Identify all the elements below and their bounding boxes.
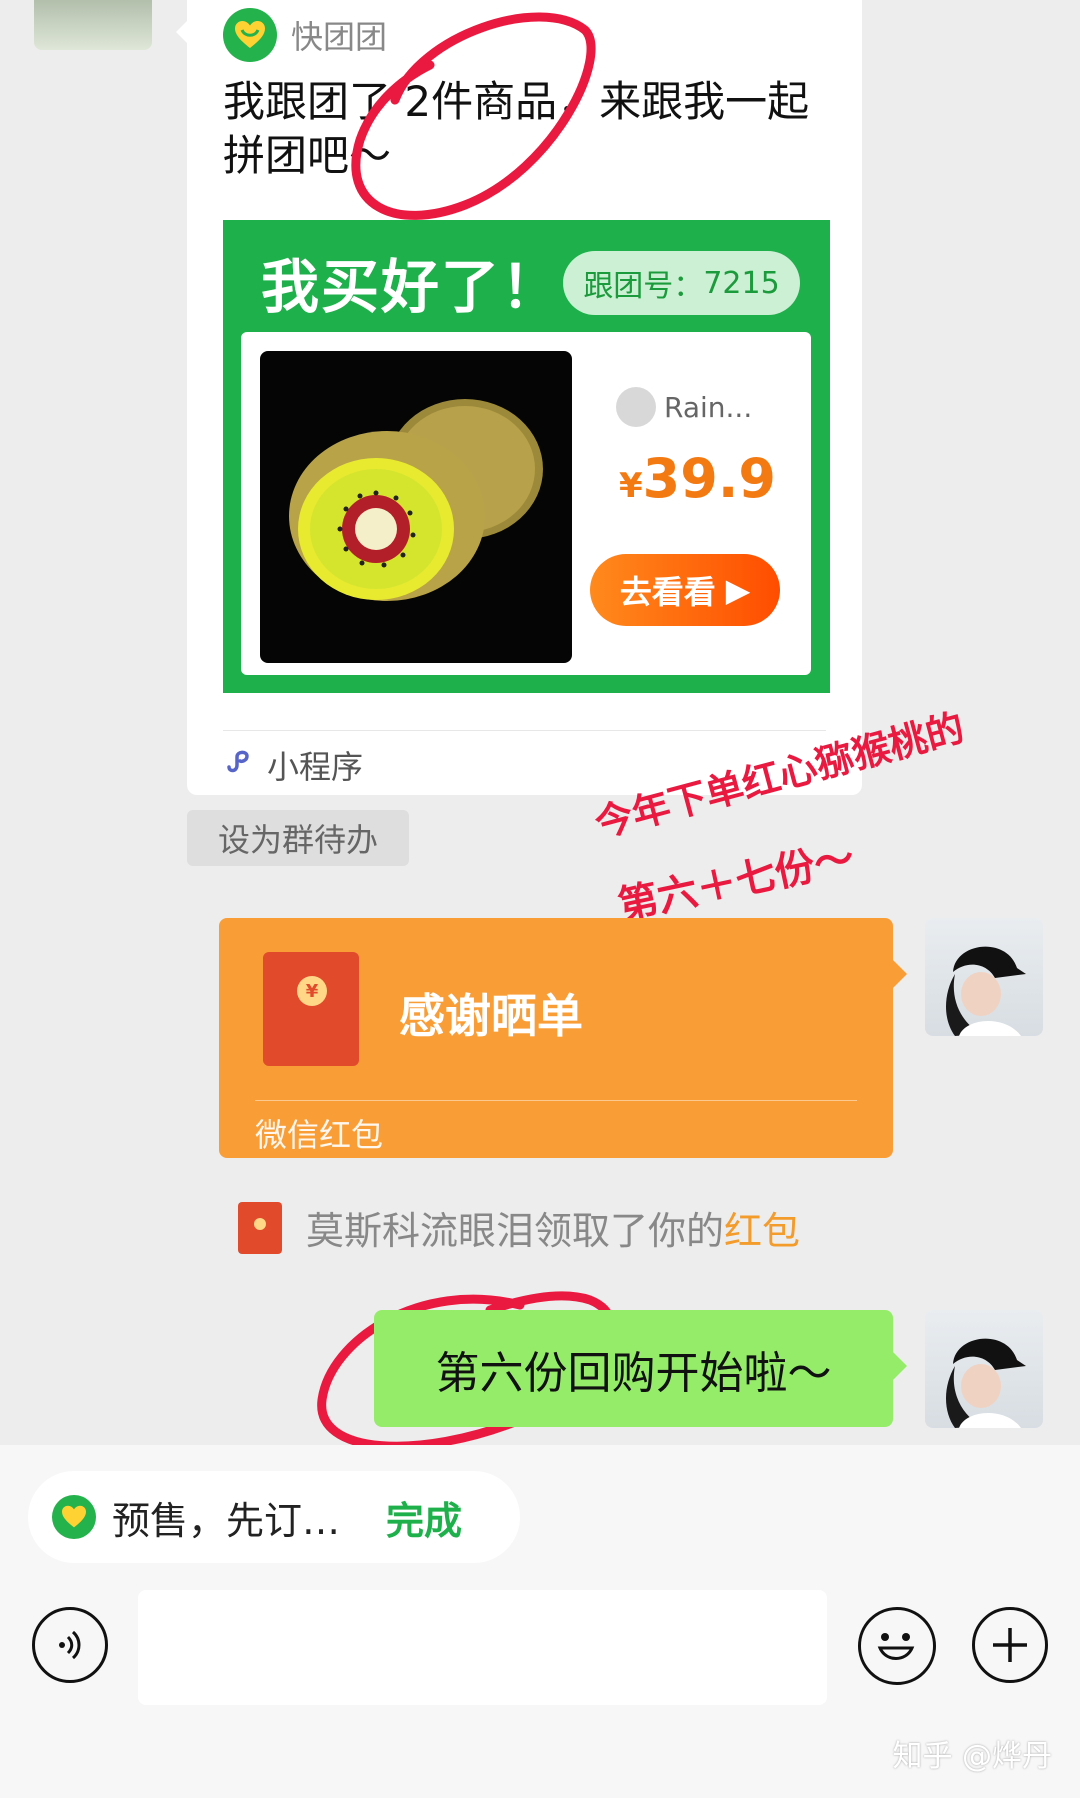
play-triangle-icon: ▶ [725,571,751,609]
price-currency: ¥ [619,466,643,506]
set-todo-button[interactable]: 设为群待办 [187,810,409,866]
group-number-label: 跟团号： [583,269,704,304]
message-input[interactable] [138,1590,827,1705]
notice-red-packet-link[interactable]: 红包 [724,1209,800,1253]
red-packet-subtitle: 微信红包 [255,1116,384,1154]
product-price: ¥39.9 [619,447,776,510]
voice-icon[interactable] [32,1607,108,1683]
emoji-icon[interactable] [858,1607,936,1685]
quick-action-text: 预售，先订… [112,1498,341,1543]
outgoing-message[interactable]: 第六份回购开始啦～ [374,1310,907,1427]
red-packet-divider [255,1100,857,1101]
group-number-badge: 跟团号： 7215 [563,251,800,315]
share-message: 我跟团了 2件商品，来跟我一起拼团吧～ [223,77,810,180]
promo-banner[interactable]: 我买好了！ 跟团号： 7215 Rain... ¥39.9 去看看 ▶ [223,220,830,693]
done-button[interactable]: 完成 [386,1490,462,1545]
red-packet-title: 感谢晒单 [399,989,583,1043]
message-tail [893,1352,907,1380]
seller-info: Rain... [616,387,752,427]
product-panel: Rain... ¥39.9 去看看 ▶ [241,332,811,675]
chat-input-bar [0,1590,1080,1750]
miniprogram-brand: 快团团 [223,8,387,62]
miniprogram-card[interactable]: 快团团 我跟团了 2件商品，来跟我一起拼团吧～ 我买好了！ 跟团号： 7215 [187,0,862,795]
mini-program-label-row: 小程序 [223,742,363,788]
red-packet-icon: ¥ [263,952,359,1066]
red-packet-tail [893,960,907,988]
my-avatar-2[interactable] [925,1310,1043,1428]
seller-name: Rain... [664,390,753,424]
annotation-line-2: 第六＋七份～ [614,834,859,930]
seller-avatar [616,387,656,427]
product-image [260,351,572,663]
red-packet-claimed-notice: 莫斯科流眼泪领取了你的红包 [238,1200,800,1255]
bottom-panel: 预售，先订… 完成 知乎 @烨丹 [0,1445,1080,1798]
miniprogram-app-name: 快团团 [291,18,388,56]
zhihu-watermark: 知乎 @烨丹 [892,1739,1052,1774]
group-number: 7215 [703,265,780,301]
red-packet-small-icon [238,1201,282,1254]
mini-program-icon [223,745,255,785]
message-text: 第六份回购开始啦～ [435,1347,832,1399]
sender-avatar[interactable] [34,0,152,50]
my-avatar[interactable] [925,918,1043,1036]
yuan-coin-icon: ¥ [297,976,327,1006]
mini-program-label: 小程序 [267,748,364,786]
kuaituantuan-small-logo-icon [52,1495,96,1539]
quick-action-pill[interactable]: 预售，先订… 完成 [28,1471,520,1563]
promo-title: 我买好了！ [261,253,562,321]
notice-text: 莫斯科流眼泪领取了你的 [306,1209,725,1253]
red-packet-message[interactable]: ¥ 感谢晒单 微信红包 [219,918,907,1158]
price-value: 39.9 [642,447,776,510]
kuaituantuan-logo-icon [223,8,277,62]
plus-icon[interactable] [972,1607,1048,1683]
view-button[interactable]: 去看看 ▶ [590,554,780,626]
view-button-label: 去看看 [619,573,716,611]
card-divider [223,730,826,731]
